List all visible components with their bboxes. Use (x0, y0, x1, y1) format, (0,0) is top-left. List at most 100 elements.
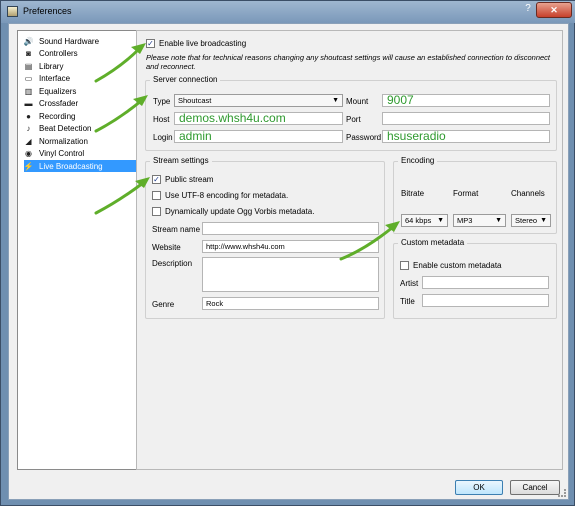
stream-settings-title: Stream settings (150, 156, 212, 165)
sidebar-item-vinyl-control[interactable]: ◉ Vinyl Control (24, 148, 136, 160)
sidebar-item-normalization[interactable]: ◢ Normalization (24, 135, 136, 147)
mount-input[interactable]: 9007 (382, 94, 550, 107)
custom-metadata-label: Enable custom metadata (413, 261, 502, 270)
artist-label: Artist (400, 279, 419, 288)
library-icon: ▤ (24, 61, 33, 71)
chevron-down-icon: ▼ (540, 217, 547, 224)
sidebar-item-label: Crossfader (39, 99, 79, 108)
enable-live-broadcasting-label: Enable live broadcasting (159, 39, 247, 48)
custom-metadata-title: Custom metadata (398, 238, 468, 247)
port-label: Port (346, 115, 361, 124)
resize-grip-icon[interactable] (558, 489, 566, 497)
ogg-metadata-label: Dynamically update Ogg Vorbis metadata. (165, 207, 315, 216)
sidebar-item-label: Library (39, 61, 64, 71)
server-connection-group: Server connection Type Shoutcast ▼ Mount… (145, 75, 557, 151)
sidebar-item-recording[interactable]: ● Recording (24, 110, 136, 122)
website-input[interactable]: http://www.whsh4u.com (202, 240, 379, 253)
sidebar-item-label: Controllers (39, 49, 78, 58)
custom-metadata-checkbox[interactable] (400, 261, 409, 270)
type-label: Type (153, 97, 171, 106)
help-button[interactable]: ? (520, 2, 536, 17)
sidebar-item-crossfader[interactable]: ▬ Crossfader (24, 98, 136, 110)
type-select-value: Shoutcast (178, 96, 212, 105)
window-title: Preferences (23, 6, 72, 16)
enable-live-broadcasting-checkbox[interactable]: ✓ (146, 39, 155, 48)
encoding-group: Encoding Bitrate Format Channels 64 kbps… (393, 156, 557, 234)
chevron-down-icon: ▼ (495, 217, 502, 224)
sidebar-item-label: Recording (39, 111, 76, 121)
host-label: Host (153, 115, 170, 124)
stream-name-label: Stream name (152, 225, 201, 234)
sidebar-item-label: Live Broadcasting (39, 161, 103, 171)
controller-icon: ◙ (26, 49, 31, 58)
host-input[interactable]: demos.whsh4u.com (174, 112, 343, 125)
normalization-icon: ◢ (25, 136, 32, 146)
monitor-icon: ▭ (24, 74, 33, 83)
custom-metadata-group: Custom metadata Enable custom metadata A… (393, 238, 557, 319)
cancel-button[interactable]: Cancel (510, 480, 560, 495)
login-input[interactable]: admin (174, 130, 343, 143)
bitrate-label: Bitrate (401, 189, 425, 198)
sidebar-item-sound-hardware[interactable]: 🔊 Sound Hardware (24, 35, 136, 47)
beat-detection-icon: ♪ (26, 124, 31, 133)
sidebar-item-interface[interactable]: ▭ Interface (24, 73, 136, 85)
channels-select[interactable]: Stereo ▼ (511, 214, 551, 227)
format-select-value: MP3 (457, 216, 473, 225)
website-label: Website (152, 243, 181, 252)
broadcast-icon: ⚡ (23, 161, 34, 171)
format-label: Format (453, 189, 479, 198)
vinyl-icon: ◉ (25, 149, 32, 158)
bitrate-select[interactable]: 64 kbps ▼ (401, 214, 448, 227)
sidebar-item-label: Sound Hardware (39, 36, 100, 46)
equalizer-icon: ▥ (24, 86, 33, 96)
shoutcast-note: Please note that for technical reasons c… (146, 53, 551, 71)
sidebar-item-beat-detection[interactable]: ♪ Beat Detection (24, 123, 136, 135)
sidebar-item-equalizers[interactable]: ▥ Equalizers (24, 85, 136, 97)
server-connection-title: Server connection (150, 75, 221, 84)
sidebar-item-live-broadcasting[interactable]: ⚡ Live Broadcasting (24, 160, 136, 172)
title-label: Title (400, 297, 415, 306)
crossfader-icon: ▬ (24, 99, 33, 108)
encoding-title: Encoding (398, 156, 438, 165)
sidebar-item-label: Beat Detection (39, 124, 92, 133)
genre-input[interactable]: Rock (202, 297, 379, 310)
title-bar: Preferences ? ✕ (1, 1, 575, 23)
description-label: Description (152, 259, 193, 268)
port-input[interactable] (382, 112, 550, 125)
app-icon (7, 6, 18, 17)
sidebar-item-label: Normalization (39, 136, 88, 146)
artist-input[interactable] (422, 276, 549, 289)
title-input[interactable] (422, 294, 549, 307)
sidebar-item-library[interactable]: ▤ Library (24, 60, 136, 72)
stream-settings-group: Stream settings ✓ Public stream Use UTF-… (145, 156, 385, 319)
password-label: Password (346, 133, 382, 142)
public-stream-checkbox[interactable]: ✓ (152, 175, 161, 184)
close-button[interactable]: ✕ (536, 2, 572, 18)
channels-select-value: Stereo (515, 216, 538, 225)
ogg-metadata-checkbox[interactable] (152, 207, 161, 216)
sidebar-item-label: Interface (39, 74, 71, 83)
recording-icon: ● (26, 111, 31, 121)
chevron-down-icon: ▼ (332, 97, 339, 104)
utf8-checkbox[interactable] (152, 191, 161, 200)
chevron-down-icon: ▼ (437, 217, 444, 224)
sidebar-item-label: Equalizers (39, 86, 77, 96)
public-stream-label: Public stream (165, 175, 214, 184)
type-select[interactable]: Shoutcast ▼ (174, 94, 343, 107)
format-select[interactable]: MP3 ▼ (453, 214, 506, 227)
utf8-label: Use UTF-8 encoding for metadata. (165, 191, 289, 200)
sidebar-item-label: Vinyl Control (39, 149, 85, 158)
dialog-body: 🔊 Sound Hardware ◙ Controllers ▤ Library ▭ Inte… (8, 23, 569, 500)
ok-button[interactable]: OK (455, 480, 503, 495)
password-input[interactable]: hsuseradio (382, 130, 550, 143)
bitrate-select-value: 64 kbps (405, 216, 432, 225)
stream-name-input[interactable] (202, 222, 379, 235)
preferences-sidebar: 🔊 Sound Hardware ◙ Controllers ▤ Library ▭ Inte… (17, 30, 137, 470)
sidebar-item-controllers[interactable]: ◙ Controllers (24, 48, 136, 60)
channels-label: Channels (511, 189, 545, 198)
description-textarea[interactable] (202, 257, 379, 292)
speaker-icon: 🔊 (23, 36, 34, 46)
live-broadcasting-panel: ✓ Enable live broadcasting Please note t… (136, 30, 563, 470)
mount-label: Mount (346, 97, 369, 106)
preferences-window: Preferences ? ✕ 🔊 Sound Hardware ◙ Controll… (0, 0, 575, 506)
